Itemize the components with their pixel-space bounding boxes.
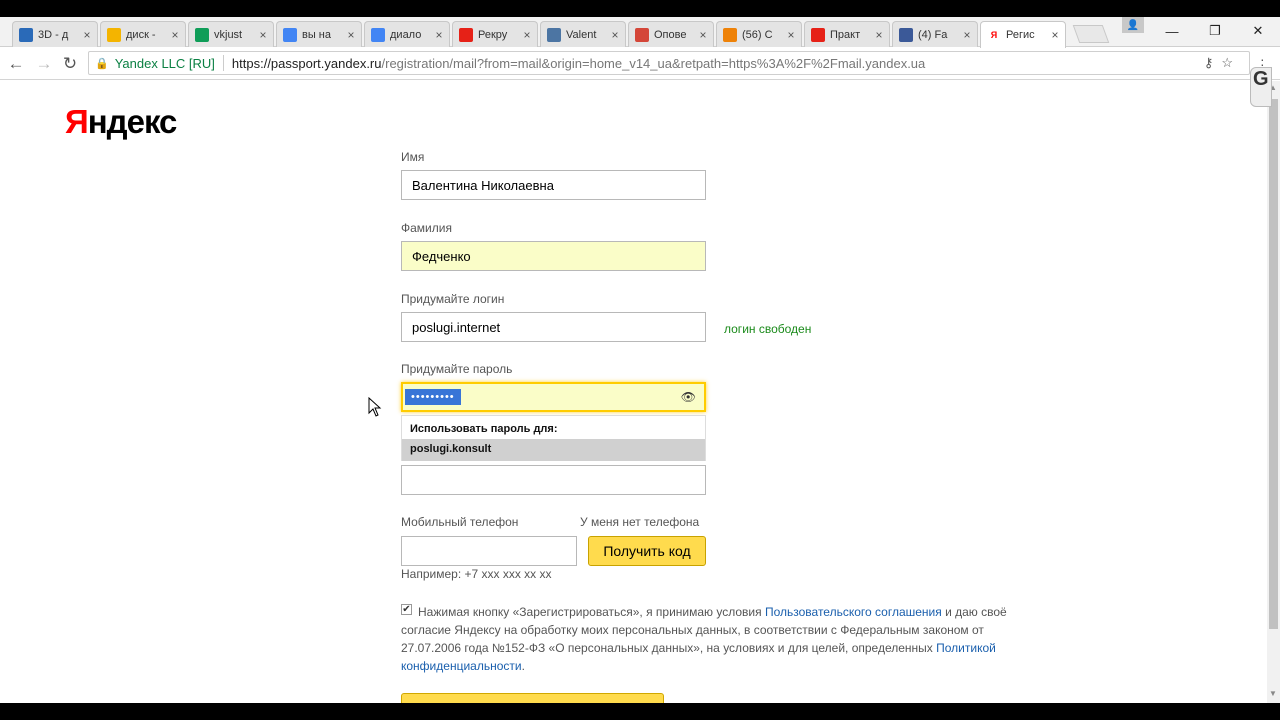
youtube-icon — [811, 27, 825, 42]
password-label: Придумайте пароль — [401, 362, 513, 376]
browser-tab[interactable]: (56) С × — [716, 21, 802, 47]
browser-window: 3D - д × диск - × vkjust × вы на × диало × Рекру × V… — [0, 17, 1280, 703]
tab-close-icon[interactable]: × — [961, 28, 973, 42]
browser-tab[interactable]: Рекру × — [452, 21, 538, 47]
docs-icon — [371, 27, 385, 42]
login-label: Придумайте логин — [401, 292, 505, 306]
omnibox-icons: ⚷☆ — [1204, 55, 1241, 71]
agreement-text: Нажимая кнопку «Зарегистрироваться», я п… — [401, 605, 1007, 673]
yandex-logo[interactable]: Яндекс — [65, 103, 177, 141]
browser-tab[interactable]: (4) Fa × — [892, 21, 978, 47]
tab-close-icon[interactable]: × — [257, 28, 269, 42]
tab-strip: 3D - д × диск - × vkjust × вы на × диало × Рекру × V… — [0, 17, 1280, 48]
browser-tab[interactable]: Практ × — [804, 21, 890, 47]
scroll-thumb[interactable] — [1269, 99, 1278, 629]
scroll-down-icon[interactable]: ▼ — [1269, 689, 1277, 698]
tab-title: 3D - д — [38, 28, 69, 41]
url-path: /registration/mail?from=mail&origin=home… — [381, 55, 926, 71]
profile-icon[interactable]: 👤 — [1122, 17, 1144, 33]
close-window-button[interactable]: ✕ — [1236, 21, 1280, 41]
tab-close-icon[interactable]: × — [1049, 28, 1061, 42]
registration-page: Яндекс Имя Валентина Николаевна Фамилия … — [0, 81, 1267, 703]
yandex-icon: Я — [987, 28, 1001, 42]
browser-tab[interactable]: вы на × — [276, 21, 362, 47]
tab-title: диало — [390, 28, 422, 41]
reload-button[interactable]: ↻ — [58, 52, 82, 76]
new-tab-button[interactable] — [1072, 25, 1110, 43]
youtube-icon — [459, 27, 473, 42]
login-status: логин свободен — [724, 322, 812, 336]
page-scrollbar[interactable]: ▲ ▼ — [1267, 81, 1280, 703]
tab-title: (4) Fa — [918, 28, 948, 41]
address-bar[interactable]: 🔒 Yandex LLC [RU] https://passport.yande… — [88, 51, 1250, 75]
side-widget-icon[interactable]: G — [1250, 67, 1272, 107]
eye-icon[interactable]: 👁 — [681, 390, 696, 404]
browser-tab[interactable]: vkjust × — [188, 21, 274, 47]
omnibox-separator — [222, 55, 224, 71]
password-value: ••••••••• — [405, 389, 461, 405]
tab-close-icon[interactable]: × — [697, 28, 709, 42]
tab-title: диск - — [126, 28, 156, 41]
browser-tab[interactable]: 3D - д × — [12, 21, 98, 47]
tab-close-icon[interactable]: × — [785, 28, 797, 42]
docs-icon — [283, 27, 297, 42]
tab-title: Рекру — [478, 28, 508, 41]
password-autofill-dropdown: Использовать пароль для: poslugi.konsult — [401, 415, 706, 461]
login-input[interactable]: poslugi.internet — [401, 312, 706, 342]
tab-title: vkjust — [214, 28, 243, 41]
get-code-button[interactable]: Получить код — [588, 536, 706, 566]
3d-icon — [19, 27, 33, 42]
autofill-option[interactable]: poslugi.konsult — [402, 439, 705, 461]
url-host: https://passport.yandex.ru — [231, 55, 382, 71]
facebook-icon — [899, 27, 913, 42]
phone-label: Мобильный телефон — [401, 515, 519, 529]
first-name-label: Имя — [401, 150, 425, 164]
tab-close-icon[interactable]: × — [81, 28, 93, 42]
last-name-input[interactable]: Федченко — [401, 241, 706, 271]
tab-close-icon[interactable]: × — [521, 28, 533, 42]
tab-close-icon[interactable]: × — [345, 28, 357, 42]
star-icon[interactable]: ☆ — [1221, 55, 1241, 70]
browser-toolbar: ← → ↻ 🔒 Yandex LLC [RU] https://passport… — [0, 47, 1280, 80]
user-agreement-link[interactable]: Пользовательского соглашения — [765, 605, 942, 619]
mouse-cursor-icon — [368, 397, 382, 417]
key-icon[interactable]: ⚷ — [1204, 55, 1222, 70]
odnoklassniki-icon — [723, 27, 737, 42]
browser-tab[interactable]: Valent × — [540, 21, 626, 47]
autofill-header: Использовать пароль для: — [410, 423, 558, 435]
tab-close-icon[interactable]: × — [169, 28, 181, 42]
restore-button[interactable]: ❐ — [1193, 21, 1237, 41]
tab-title: Практ — [830, 28, 861, 41]
tab-title: Регис — [1006, 29, 1035, 41]
gmail-icon — [635, 27, 649, 42]
last-name-label: Фамилия — [401, 221, 452, 235]
tab-title: Valent — [566, 28, 597, 41]
tab-title: Опове — [654, 28, 687, 41]
lock-icon: 🔒 — [95, 57, 109, 70]
register-button[interactable]: Зарегистрироваться — [401, 693, 664, 703]
drive-icon — [107, 27, 121, 42]
tab-close-icon[interactable]: × — [609, 28, 621, 42]
phone-example: Например: +7 xxx xxx xx xx — [401, 567, 552, 581]
no-phone-link[interactable]: У меня нет телефона — [580, 515, 699, 529]
tab-close-icon[interactable]: × — [873, 28, 885, 42]
browser-tab[interactable]: Опове × — [628, 21, 714, 47]
phone-input[interactable] — [401, 536, 577, 566]
forward-button[interactable]: → — [32, 52, 56, 76]
browser-tab[interactable]: диало × — [364, 21, 450, 47]
password-confirm-input[interactable] — [401, 465, 706, 495]
tab-close-icon[interactable]: × — [433, 28, 445, 42]
vk-icon — [547, 27, 561, 42]
back-button[interactable]: ← — [4, 52, 28, 76]
secure-org-label[interactable]: Yandex LLC [RU] — [115, 56, 215, 71]
first-name-input[interactable]: Валентина Николаевна — [401, 170, 706, 200]
browser-tab[interactable]: диск - × — [100, 21, 186, 47]
password-input[interactable]: ••••••••• 👁 — [401, 382, 706, 412]
browser-tab[interactable]: Я Регис × — [980, 21, 1066, 48]
tab-title: вы на — [302, 28, 331, 41]
minimize-button[interactable]: — — [1150, 21, 1194, 41]
sheets-icon — [195, 27, 209, 42]
tab-title: (56) С — [742, 28, 773, 41]
